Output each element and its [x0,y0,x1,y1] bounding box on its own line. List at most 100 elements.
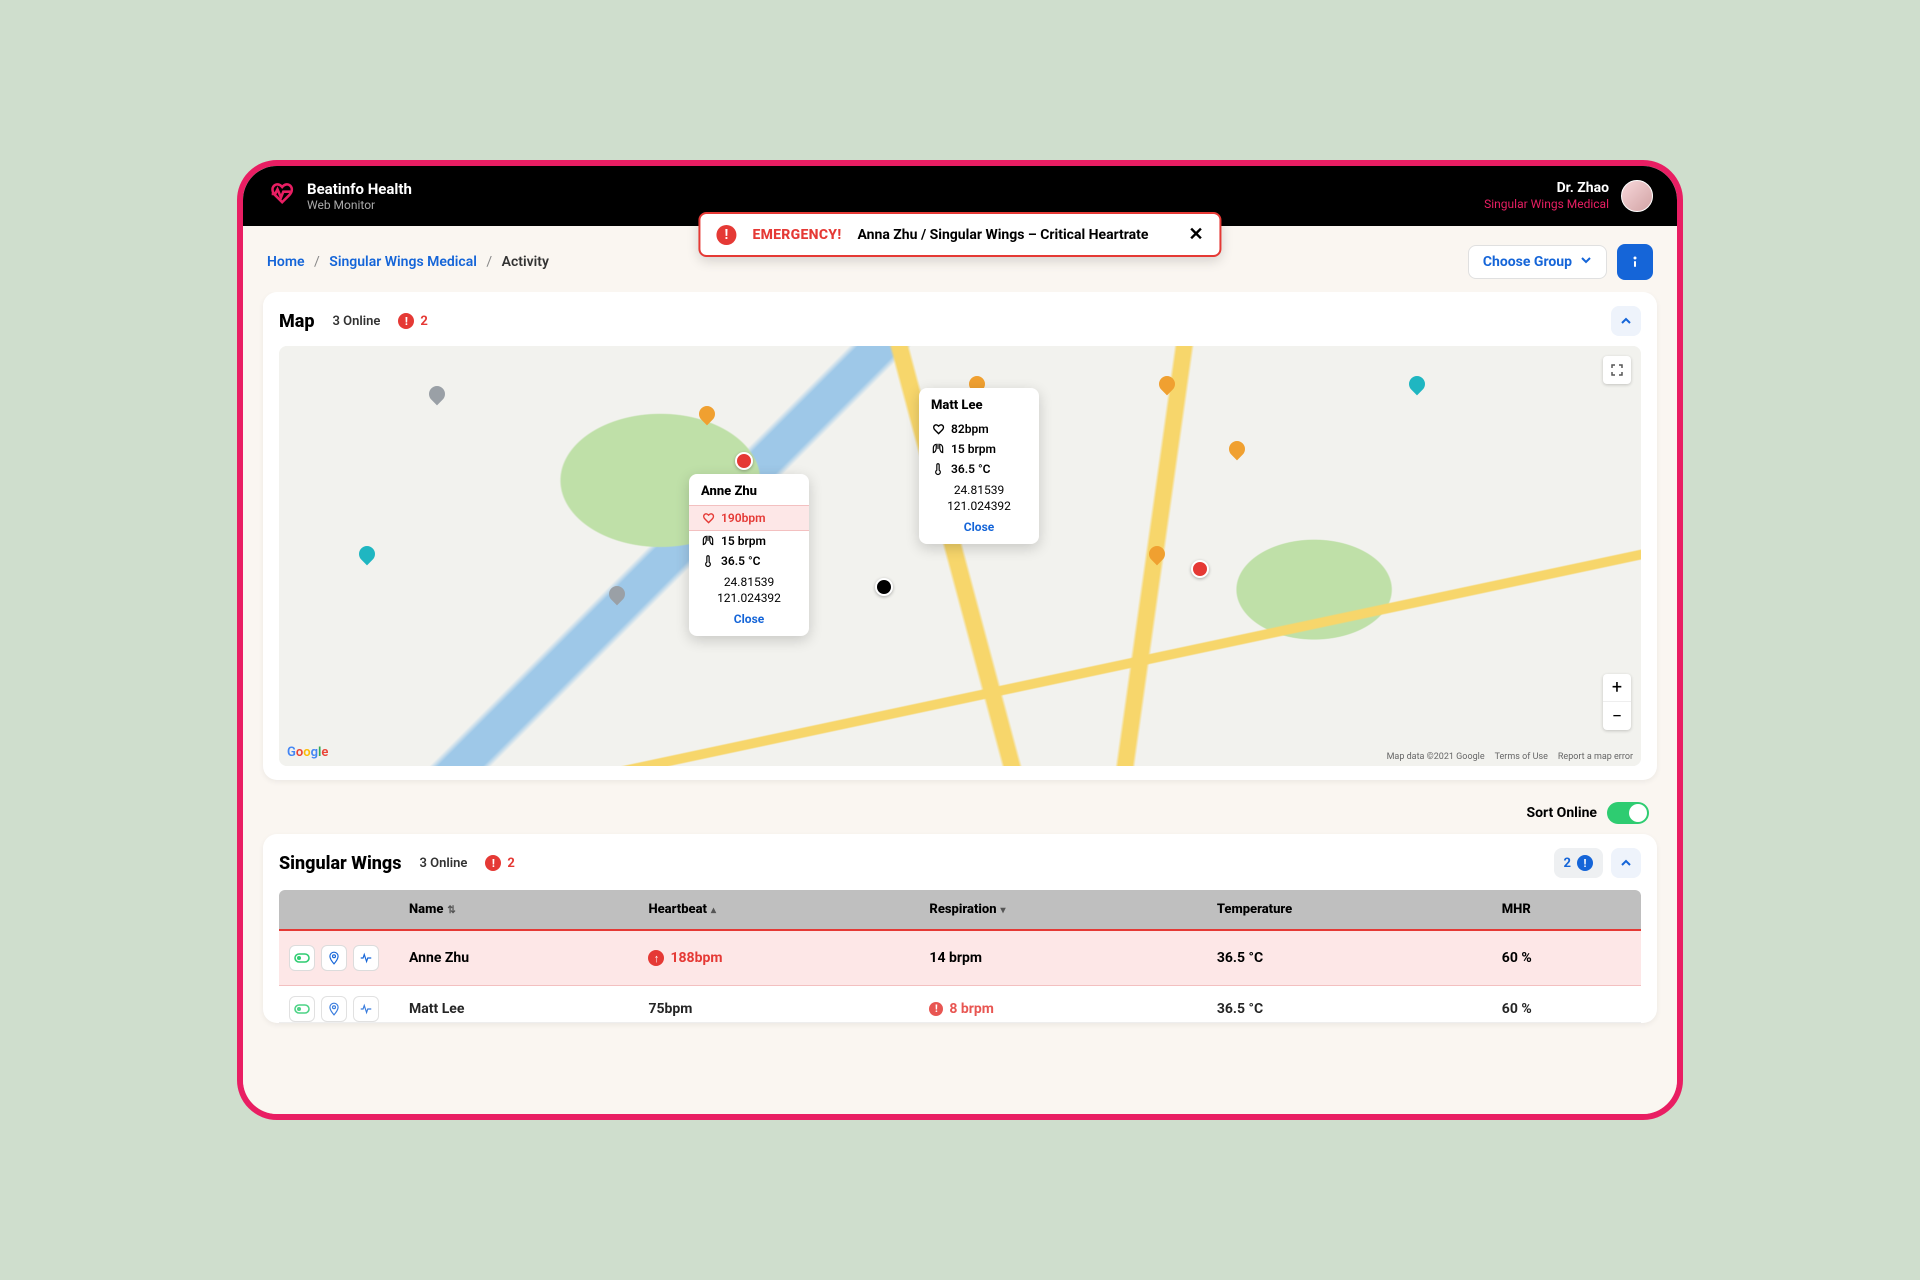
popup-hr: 190bpm [721,511,766,525]
device-status-icon[interactable] [289,945,315,971]
brand-title: Beatinfo Health [307,180,412,198]
arrow-up-icon: ↑ [648,950,664,966]
google-logo: Google [287,745,328,760]
alert-close-button[interactable]: ✕ [1188,224,1203,245]
col-name[interactable]: Name⇅ [399,890,638,930]
cell-heartbeat: ↑188bpm [638,930,919,986]
cell-heartbeat: 75bpm [638,986,919,1023]
group-online-count: 3 Online [419,856,467,871]
col-heartbeat[interactable]: Heartbeat▴ [638,890,919,930]
device-status-icon[interactable] [289,996,315,1022]
cell-respiration: 14 brpm [919,930,1206,986]
collapse-map-button[interactable] [1611,306,1641,336]
crumb-current: Activity [502,254,549,270]
map-zoom-controls: + − [1603,674,1631,730]
vitals-button[interactable] [353,996,379,1022]
map-online-count: 3 Online [333,314,381,329]
user-name: Dr. Zhao [1557,180,1609,197]
cell-name: Anne Zhu [399,930,638,986]
map-report-link[interactable]: Report a map error [1558,752,1633,762]
col-temperature[interactable]: Temperature [1207,890,1492,930]
zoom-out-button[interactable]: − [1603,702,1631,730]
map-marker-alert[interactable] [1191,560,1209,578]
cell-name: Matt Lee [399,986,638,1023]
choose-group-dropdown[interactable]: Choose Group [1468,245,1607,279]
cell-mhr: 60 % [1492,986,1641,1023]
locate-button[interactable] [321,996,347,1022]
popup-resp: 15 brpm [951,442,996,456]
col-respiration[interactable]: Respiration▾ [919,890,1206,930]
map-marker-anne[interactable] [735,452,753,470]
heart-icon [701,511,715,525]
lungs-icon [931,442,945,456]
map-attribution: Map data ©2021 Google Terms of Use Repor… [1387,752,1633,762]
info-button[interactable] [1617,244,1653,280]
map-alert-count: ! 2 [398,313,427,329]
vitals-button[interactable] [353,945,379,971]
popup-close-button[interactable]: Close [701,612,797,626]
group-alert-count: ! 2 [485,855,514,871]
alert-text: Anna Zhu / Singular Wings – Critical Hea… [857,227,1148,243]
map-popup-anne: Anne Zhu 190bpm 15 brpm 36.5 °C 24.8 [689,474,809,636]
crumb-org[interactable]: Singular Wings Medical [329,254,477,270]
user-org: Singular Wings Medical [1484,197,1609,211]
popup-name: Anne Zhu [701,484,797,499]
crumb-sep: / [486,254,492,270]
thermometer-icon [931,462,945,476]
table-row[interactable]: Matt Lee 75bpm !8 brpm 36.5 °C 60 % [279,986,1641,1023]
popup-resp: 15 brpm [721,534,766,548]
heart-icon [931,422,945,436]
cell-mhr: 60 % [1492,930,1641,986]
map-fullscreen-button[interactable] [1603,356,1631,384]
zoom-in-button[interactable]: + [1603,674,1631,702]
table-row[interactable]: Anne Zhu ↑188bpm 14 brpm 36.5 °C 60 % [279,930,1641,986]
popup-temp: 36.5 °C [721,554,760,568]
cell-temperature: 36.5 °C [1207,986,1492,1023]
cell-temperature: 36.5 °C [1207,930,1492,986]
cell-respiration: !8 brpm [919,986,1206,1023]
popup-lon: 121.024392 [931,499,1027,515]
alert-badge-icon: ! [398,313,414,329]
crumb-home[interactable]: Home [267,254,305,270]
crumb-sep: / [314,254,320,270]
collapse-table-button[interactable] [1611,848,1641,878]
patients-table: Name⇅ Heartbeat▴ Respiration▾ Temperatur… [279,890,1641,1023]
sort-online-label: Sort Online [1526,805,1597,821]
tablet-frame: Beatinfo Health Web Monitor Dr. Zhao Sin… [237,160,1683,1120]
avatar[interactable] [1621,180,1653,212]
group-title: Singular Wings [279,853,401,874]
choose-group-label: Choose Group [1483,254,1572,270]
popup-hr: 82bpm [951,422,989,436]
lungs-icon [701,534,715,548]
logo-icon [267,180,295,212]
col-mhr[interactable]: MHR [1492,890,1641,930]
screen: Beatinfo Health Web Monitor Dr. Zhao Sin… [243,166,1677,1114]
map-viewport[interactable]: Anne Zhu 190bpm 15 brpm 36.5 °C 24.8 [279,346,1641,766]
filter-alerts-button[interactable]: 2 ! [1554,848,1603,878]
emergency-alert: ! EMERGENCY! Anna Zhu / Singular Wings –… [698,212,1221,257]
alert-badge-icon: ! [485,855,501,871]
alert-icon: ! [716,225,736,245]
group-table-card: Singular Wings 3 Online ! 2 2 ! [263,834,1657,1023]
popup-lat: 24.81539 [931,483,1027,499]
sort-asc-icon: ▴ [711,905,716,916]
map-title: Map [279,311,315,332]
sort-both-icon: ⇅ [447,905,455,916]
sort-desc-icon: ▾ [1001,905,1006,916]
sort-online-toggle[interactable] [1607,802,1649,824]
popup-temp: 36.5 °C [951,462,990,476]
popup-lon: 121.024392 [701,591,797,607]
popup-name: Matt Lee [931,398,1027,413]
popup-lat: 24.81539 [701,575,797,591]
map-data-label: Map data ©2021 Google [1387,752,1485,762]
map-terms-link[interactable]: Terms of Use [1495,752,1548,762]
locate-button[interactable] [321,945,347,971]
alert-badge-icon: ! [1577,855,1593,871]
popup-close-button[interactable]: Close [931,520,1027,534]
brand-subtitle: Web Monitor [307,198,412,212]
map-popup-matt: Matt Lee 82bpm 15 brpm 36.5 °C 24.81 [919,388,1039,544]
map-marker-matt[interactable] [875,578,893,596]
thermometer-icon [701,554,715,568]
map-card: Map 3 Online ! 2 [263,292,1657,780]
col-actions [279,890,399,930]
